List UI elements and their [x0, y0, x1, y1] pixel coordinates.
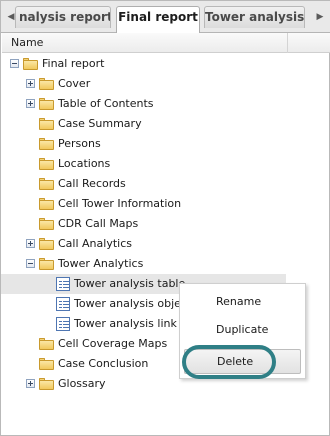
- tab-final-report[interactable]: Final report: [116, 6, 200, 33]
- folder-icon: [39, 98, 54, 110]
- tree-item-label: Glossary: [58, 377, 106, 390]
- folder-icon: [39, 198, 54, 210]
- tree-item-label: Tower analysis link: [74, 317, 177, 330]
- tree-item-label: Tower Analytics: [58, 257, 144, 270]
- tree-item-cover[interactable]: Cover: [1, 74, 330, 94]
- delete-highlight-ring: [182, 345, 276, 379]
- table-document-icon: [56, 317, 70, 331]
- tree-item-label: Cell Tower Information: [58, 197, 182, 210]
- tree-item-call-records[interactable]: Call Records: [1, 174, 330, 194]
- folder-icon: [39, 358, 54, 370]
- folder-icon: [39, 138, 54, 150]
- tree-item-label: Table of Contents: [58, 97, 154, 110]
- report-panel: ◀ nalysis reports Final report Tower ana…: [0, 0, 330, 436]
- tree-item-locations[interactable]: Locations: [1, 154, 330, 174]
- tab-tower-analysis[interactable]: Tower analysis: [204, 6, 305, 28]
- tab-strip: ◀ nalysis reports Final report Tower ana…: [1, 1, 330, 33]
- tab-analysis-reports[interactable]: nalysis reports: [15, 6, 111, 28]
- tree-item-label: Call Records: [58, 177, 126, 190]
- tree-item-label: Case Conclusion: [58, 357, 149, 370]
- expand-icon[interactable]: [26, 239, 35, 248]
- rename-menu-item[interactable]: Rename: [180, 290, 305, 314]
- folder-icon: [39, 178, 54, 190]
- tree-item-call-analytics[interactable]: Call Analytics: [1, 234, 330, 254]
- tree-item-label: Case Summary: [58, 117, 142, 130]
- collapse-icon[interactable]: [26, 259, 35, 268]
- tree-item-label: Cover: [58, 77, 91, 90]
- tree-item-final-report[interactable]: Final report: [1, 54, 330, 74]
- tree-item-label: Tower analysis table: [74, 277, 186, 290]
- column-divider[interactable]: [287, 33, 288, 53]
- expand-icon[interactable]: [26, 379, 35, 388]
- expand-icon[interactable]: [26, 99, 35, 108]
- tree-item-cell-tower-information[interactable]: Cell Tower Information: [1, 194, 330, 214]
- tree-item-label: CDR Call Maps: [58, 217, 139, 230]
- collapse-icon[interactable]: [10, 59, 19, 68]
- folder-icon: [39, 338, 54, 350]
- chevron-right-icon[interactable]: ▶: [314, 9, 326, 25]
- column-header[interactable]: Name: [2, 33, 330, 53]
- tree-item-label: Locations: [58, 157, 111, 170]
- tree-item-label: Cell Coverage Maps: [58, 337, 168, 350]
- tree-item-cdr-call-maps[interactable]: CDR Call Maps: [1, 214, 330, 234]
- table-document-icon: [56, 297, 70, 311]
- folder-icon: [39, 158, 54, 170]
- tree-item-case-summary[interactable]: Case Summary: [1, 114, 330, 134]
- tree-item-table-of-contents[interactable]: Table of Contents: [1, 94, 330, 114]
- table-document-icon: [56, 277, 70, 291]
- tree-item-tower-analytics[interactable]: Tower Analytics: [1, 254, 330, 274]
- folder-icon: [39, 218, 54, 230]
- folder-icon: [39, 258, 54, 270]
- folder-icon: [39, 378, 54, 390]
- duplicate-menu-item[interactable]: Duplicate: [180, 318, 305, 342]
- tree-item-persons[interactable]: Persons: [1, 134, 330, 154]
- tree-item-label: Persons: [58, 137, 101, 150]
- column-header-name: Name: [11, 36, 44, 49]
- folder-icon: [39, 118, 54, 130]
- tree-item-label: Final report: [42, 57, 105, 70]
- folder-icon: [39, 238, 54, 250]
- tree-item-label: Tower analysis object: [74, 297, 192, 310]
- folder-icon: [39, 78, 54, 90]
- expand-icon[interactable]: [26, 79, 35, 88]
- tree-item-label: Call Analytics: [58, 237, 132, 250]
- folder-icon: [23, 58, 38, 70]
